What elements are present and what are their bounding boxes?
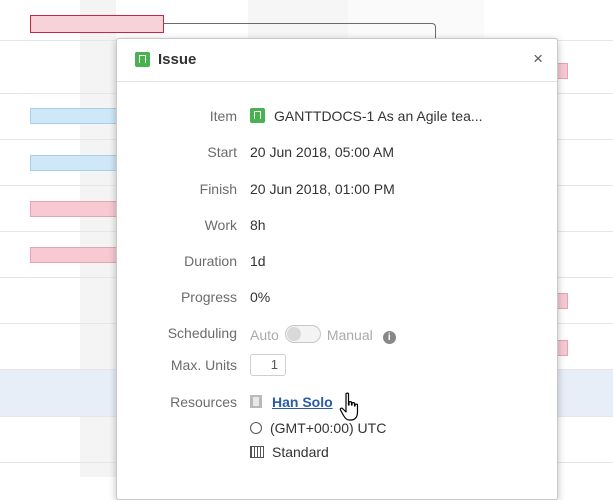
timezone-entry: (GMT+00:00) UTC: [250, 420, 386, 436]
max-units-input[interactable]: 1: [250, 354, 286, 376]
progress-value: 0%: [250, 289, 271, 305]
duration-value: 1d: [250, 253, 266, 269]
task-bar[interactable]: [30, 247, 120, 263]
person-icon: [250, 395, 262, 408]
calendar-icon: [250, 446, 264, 458]
item-value[interactable]: GANTTDOCS-1 As an Agile tea...: [250, 108, 483, 124]
task-info-popup: Issue × Item GANTTDOCS-1 As an Agile tea…: [116, 38, 558, 500]
task-bar[interactable]: [30, 155, 120, 171]
start-value: 20 Jun 2018, 05:00 AM: [250, 144, 394, 160]
progress-label: Progress: [180, 289, 237, 305]
duration-label: Duration: [184, 253, 237, 269]
scheduling-control: Auto Manual i: [250, 325, 396, 344]
toggle-knob: [286, 327, 301, 341]
start-label: Start: [207, 144, 237, 160]
item-label: Item: [209, 108, 237, 124]
dependency-link[interactable]: [164, 23, 436, 39]
task-bar-selected[interactable]: [30, 15, 164, 33]
close-button[interactable]: ×: [533, 49, 543, 69]
info-icon[interactable]: i: [382, 331, 396, 344]
issue-icon: [250, 108, 265, 123]
scheduling-toggle[interactable]: [284, 325, 321, 343]
task-bar[interactable]: [30, 201, 120, 217]
popup-title: Issue: [158, 51, 197, 68]
timezone-text: (GMT+00:00) UTC: [270, 420, 387, 436]
scheduling-manual-label: Manual: [326, 327, 373, 343]
calendar-text: Standard: [272, 444, 329, 460]
hand-pointer-cursor: [339, 392, 359, 421]
task-bar[interactable]: [30, 108, 120, 124]
item-link-text[interactable]: GANTTDOCS-1 As an Agile tea...: [274, 108, 483, 124]
resources-label: Resources: [170, 394, 237, 410]
finish-label: Finish: [199, 181, 237, 197]
popup-header: Issue ×: [117, 39, 557, 82]
max-units-label: Max. Units: [170, 357, 237, 373]
resource-entry: Han Solo: [250, 394, 333, 410]
scheduling-auto-label: Auto: [250, 327, 279, 343]
work-label: Work: [204, 217, 237, 233]
issue-icon: [135, 52, 150, 67]
calendar-entry: Standard: [250, 444, 329, 460]
work-value: 8h: [250, 217, 266, 233]
scheduling-label: Scheduling: [167, 325, 237, 341]
resource-link[interactable]: Han Solo: [272, 394, 333, 410]
finish-value: 20 Jun 2018, 01:00 PM: [250, 181, 395, 197]
clock-icon: [250, 422, 262, 434]
